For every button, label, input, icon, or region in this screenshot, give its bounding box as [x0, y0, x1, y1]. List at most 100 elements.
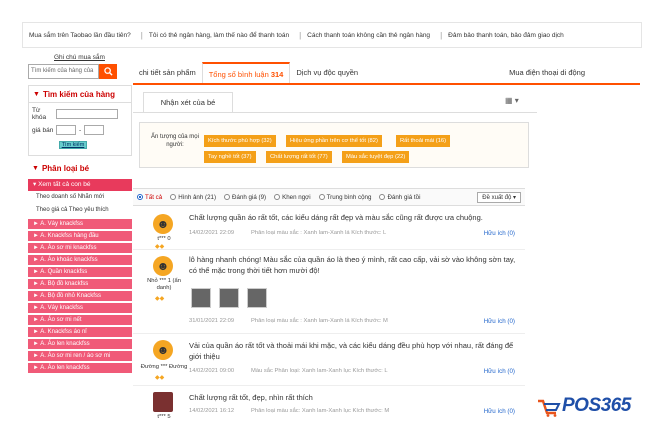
- medal-icon: ◆◆: [155, 296, 165, 302]
- keyword-label: Từ khóa: [32, 107, 47, 121]
- review-photo-thumbnail[interactable]: [191, 288, 211, 308]
- reviewer-name: t*** 5: [157, 414, 171, 420]
- category-item[interactable]: ► A. Knackfss hàng đầu: [28, 231, 132, 241]
- logo-text: POS365: [562, 395, 631, 416]
- impression-chip[interactable]: Kích thước phù hợp (32): [204, 135, 276, 147]
- reviews-count: 314: [270, 70, 284, 79]
- sort-dropdown[interactable]: Đề xuất độ ▾: [477, 191, 521, 203]
- review-text: lô hàng nhanh chóng! Màu sắc của quần áo…: [189, 255, 516, 275]
- review-options: Màu sắc Phân loại: Xanh lam-Xanh lục Kíc…: [251, 368, 388, 374]
- filter-average-radio[interactable]: Trung bình cộng: [318, 194, 371, 201]
- category-item[interactable]: ► A. Áo sơ mi knackfss: [28, 243, 132, 253]
- impression-chip[interactable]: Tay nghề tốt (37): [204, 151, 256, 163]
- medal-icon: ◆◆: [155, 244, 165, 250]
- left-sidebar: Tìm kiếm của hàng của ▼ Tìm kiếm của hàng…: [28, 62, 132, 440]
- category-item[interactable]: ► A. Váy knackfss: [28, 303, 132, 313]
- review-date: 14/02/2021 22:09: [189, 230, 235, 236]
- tab-reviews-label: Tổng số bình luận: [208, 70, 269, 79]
- review-options: Phân loại màu sắc : Xanh lam-Xanh lá Kíc…: [251, 318, 388, 324]
- tab-product-details[interactable]: chi tiết sản phẩm: [133, 62, 202, 83]
- grid-view-icon[interactable]: ▦ ▾: [505, 96, 519, 105]
- tab-reviews[interactable]: Tổng số bình luận 314: [201, 62, 291, 83]
- subtab-baby-reviews[interactable]: Nhận xét của bé: [143, 92, 233, 112]
- review-options: Phân loại màu sắc : Xanh lam-Xanh lá Kíc…: [251, 230, 387, 236]
- smiley-avatar-icon: ☻: [156, 343, 170, 357]
- review-item: ☻ Nhỏ *** 1 (ẩn danh) ◆◆ lô hàng nhanh c…: [133, 250, 525, 334]
- helpful-link[interactable]: Hữu ích (0): [484, 230, 515, 237]
- smiley-avatar-icon: ☻: [156, 217, 170, 231]
- review-item: t*** 5 Chất lượng rất tốt, đẹp, nhìn rất…: [133, 386, 525, 426]
- category-item[interactable]: ► A. Áo len knackfss: [28, 339, 132, 349]
- separator-icon: |: [140, 30, 143, 40]
- price-separator: -: [79, 126, 82, 134]
- category-list: ► A. Váy knackfss ► A. Knackfss hàng đầu ►…: [28, 219, 132, 373]
- helpful-link[interactable]: Hữu ích (0): [484, 318, 515, 325]
- review-text: Chất lượng quần áo rất tốt, các kiểu dán…: [189, 213, 483, 222]
- review-photo-thumbnail[interactable]: [247, 288, 267, 308]
- keyword-input[interactable]: [56, 109, 118, 119]
- help-link-first-time[interactable]: Mua sắm trên Taobao lần đầu tiên?: [29, 32, 131, 39]
- reviewer-name: Đường *** Đường: [140, 364, 188, 370]
- avatar: ☻: [153, 340, 173, 360]
- medal-icon: ◆◆: [155, 375, 165, 381]
- review-date: 14/02/2021 09:00: [189, 368, 235, 374]
- help-link-no-card[interactable]: Cách thanh toán không cần thẻ ngân hàng: [307, 32, 430, 39]
- logo-mark-icon: [536, 395, 562, 417]
- impression-chip[interactable]: Rất thoải mái (16): [396, 135, 451, 147]
- category-item[interactable]: ► A. Quần knackfss: [28, 267, 132, 277]
- review-text: Chất lượng rất tốt, đẹp, nhìn rất thích: [189, 393, 313, 402]
- review-text: Vải của quần áo rất tốt và thoải mái khi…: [189, 341, 514, 361]
- filter-images-radio[interactable]: Hình ảnh (21): [170, 194, 216, 201]
- filter-bad-radio[interactable]: Đánh giá tồi: [379, 194, 420, 201]
- help-link-guarantee[interactable]: Đảm bảo thanh toán, bảo đảm giao dịch: [448, 32, 564, 39]
- category-item[interactable]: ► A. Váy knackfss: [28, 219, 132, 229]
- tab-mobile-buy[interactable]: Mua điện thoại di động: [503, 62, 640, 83]
- tab-exclusive-service[interactable]: Dịch vụ độc quyền: [290, 62, 364, 83]
- reviewer-name: Nhỏ *** 1 (ẩn danh): [147, 278, 181, 291]
- separator-icon: |: [299, 30, 302, 40]
- filter-praise-radio[interactable]: Khen ngợi: [274, 194, 311, 201]
- store-search-box: ▼ Tìm kiếm của hàng Từ khóa giá bán - Tìm…: [28, 85, 132, 156]
- category-item[interactable]: ► A. Áo len knackfss: [28, 363, 132, 373]
- category-item[interactable]: ► A. Áo khoác knackfss: [28, 255, 132, 265]
- pos365-logo: POS365: [536, 390, 658, 422]
- sort-by-price-link[interactable]: Theo giá cả Theo yêu thích: [28, 204, 132, 217]
- category-view-all[interactable]: ▾ Xem tất cả con bé: [28, 179, 132, 191]
- impression-chip[interactable]: Chất lượng rất tốt (77): [266, 151, 332, 163]
- helpful-link[interactable]: Hữu ích (0): [484, 368, 515, 375]
- arrow-down-icon: ▼: [33, 91, 40, 98]
- category-title: Phân loại bé: [41, 164, 90, 173]
- filter-all-radio[interactable]: Tất cả: [137, 194, 162, 201]
- impression-chip[interactable]: Màu sắc tuyệt đẹp (22): [342, 151, 410, 163]
- shopping-notes-link[interactable]: Ghi chú mua sắm: [54, 54, 105, 61]
- category-item[interactable]: ► A. Bộ đồ nhỏ Knackfss: [28, 291, 132, 301]
- review-filter-bar: Tất cả Hình ảnh (21) Đánh giá (9) Khen n…: [133, 188, 525, 206]
- helpful-link[interactable]: Hữu ích (0): [484, 408, 515, 415]
- search-button[interactable]: [99, 64, 117, 79]
- review-item: ☻ Đường *** Đường ◆◆ Vải của quần áo rất…: [133, 334, 525, 386]
- impression-chip[interactable]: Hiệu ứng phần trên cơ thể tốt (82): [286, 135, 382, 147]
- category-item[interactable]: ► A. Knackfss áo nỉ: [28, 327, 132, 337]
- filter-reviews-radio[interactable]: Đánh giá (9): [224, 194, 266, 201]
- store-search-submit-button[interactable]: Tìm kiếm: [59, 141, 87, 149]
- product-tabs: chi tiết sản phẩm Tổng số bình luận 314 …: [133, 62, 640, 85]
- store-search-title: Tìm kiếm của hàng: [42, 90, 115, 99]
- review-item: ☻ t*** 0 ◆◆ Chất lượng quần áo rất tốt, …: [133, 208, 525, 250]
- avatar: ☻: [153, 214, 173, 234]
- review-date: 31/01/2021 22:09: [189, 318, 235, 324]
- price-min-input[interactable]: [56, 125, 76, 135]
- help-link-bank-card[interactable]: Tôi có thẻ ngân hàng, làm thế nào để tha…: [149, 32, 289, 39]
- category-item[interactable]: ► A. Bộ đồ knackfss: [28, 279, 132, 289]
- review-options: Phân loại màu sắc: Xanh lam-Xanh lục Kíc…: [251, 408, 390, 414]
- avatar: [153, 392, 173, 412]
- category-item[interactable]: ► A. Áo sơ mi ren / áo sơ mi: [28, 351, 132, 361]
- price-max-input[interactable]: [84, 125, 105, 135]
- store-search-bar: Tìm kiếm của hàng của: [28, 64, 132, 79]
- store-search-input[interactable]: Tìm kiếm của hàng của: [28, 64, 99, 79]
- category-item[interactable]: ► A. Áo sơ mi nết: [28, 315, 132, 325]
- review-date: 14/02/2021 16:12: [189, 408, 235, 414]
- review-photo-thumbnail[interactable]: [219, 288, 239, 308]
- sort-by-sales-link[interactable]: Theo doanh số Nhãn mới: [28, 191, 132, 204]
- arrow-down-icon: ▼: [32, 165, 39, 172]
- price-label: giá bán: [32, 126, 54, 134]
